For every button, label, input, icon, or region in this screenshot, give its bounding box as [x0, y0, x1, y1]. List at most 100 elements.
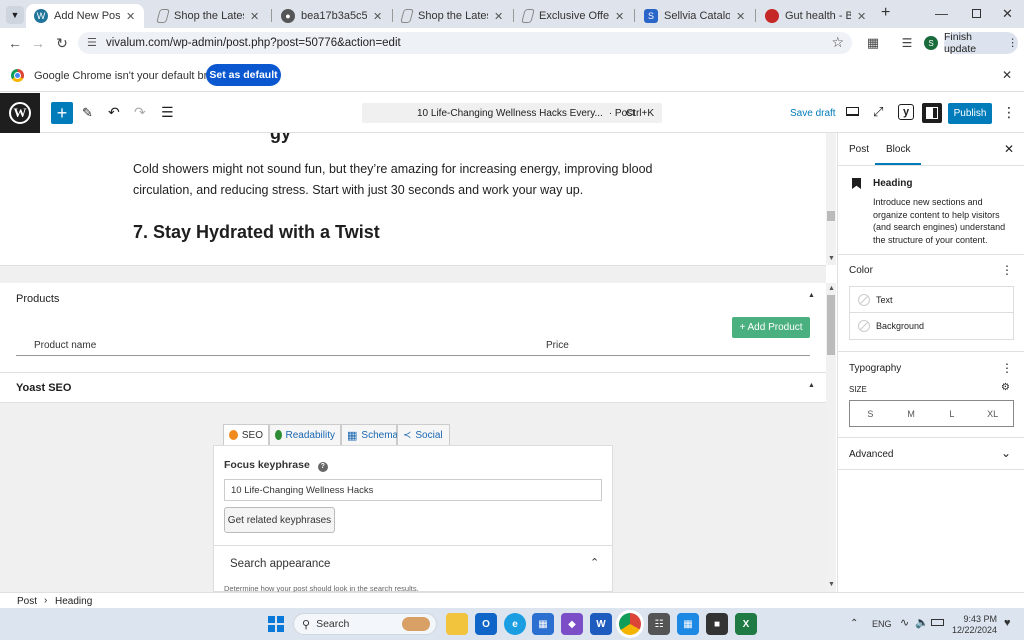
close-icon[interactable]: ✕ — [615, 10, 625, 23]
excel-icon[interactable]: X — [735, 613, 757, 635]
clock-time[interactable]: 9:43 PM — [957, 614, 997, 624]
close-icon[interactable]: ✕ — [494, 10, 504, 23]
store-icon[interactable]: ▦ — [532, 613, 554, 635]
chevron-down-icon[interactable]: ⌄ — [1001, 446, 1011, 460]
save-draft-button[interactable]: Save draft — [790, 108, 836, 119]
focus-keyphrase-input[interactable] — [224, 479, 602, 501]
size-option-s[interactable]: S — [850, 409, 891, 419]
battery-icon[interactable] — [931, 619, 944, 626]
tab-block[interactable]: Block — [886, 144, 910, 155]
size-option-l[interactable]: L — [932, 409, 973, 419]
preview-icon[interactable] — [846, 107, 859, 116]
yoast-tab-social[interactable]: ≺ Social — [397, 424, 450, 446]
scroll-up-arrow[interactable]: ▲ — [828, 285, 835, 292]
settings-panel-toggle[interactable] — [922, 103, 942, 123]
chevron-up-icon[interactable]: ⌃ — [590, 556, 599, 569]
document-overview-icon[interactable]: ☰ — [161, 104, 174, 121]
new-tab-button[interactable]: + — [881, 4, 890, 22]
browser-tab[interactable]: Shop the Latest Tren ✕ — [150, 4, 268, 28]
browser-tab[interactable]: ● bea17b3a5c555d907 ✕ — [273, 4, 391, 28]
clock-date[interactable]: 12/22/2024 — [950, 625, 997, 635]
forward-icon[interactable]: → — [28, 33, 48, 53]
view-post-icon[interactable]: ⤢ — [873, 104, 883, 120]
restore-icon[interactable] — [972, 9, 981, 18]
address-bar[interactable]: ☰ vivalum.com/wp-admin/post.php?post=507… — [78, 32, 852, 54]
back-icon[interactable]: ← — [5, 33, 25, 53]
publish-button[interactable]: Publish — [948, 103, 992, 124]
paragraph-block[interactable]: Cold showers might not sound fun, but th… — [133, 159, 653, 201]
tab-search-button[interactable]: ▼ — [6, 6, 24, 24]
color-options-icon[interactable]: ⋮ — [1001, 263, 1013, 277]
yoast-tab-seo[interactable]: SEO — [223, 424, 269, 446]
add-product-button[interactable]: + Add Product — [732, 317, 810, 338]
hidden-icons-chevron[interactable]: ⌃ — [850, 618, 858, 629]
get-related-keyphrases-button[interactable]: Get related keyphrases — [224, 507, 335, 533]
add-block-button[interactable]: + — [51, 102, 73, 124]
browser-tab[interactable]: Exclusive Offer: 100M ✕ — [515, 4, 633, 28]
close-icon[interactable]: ✕ — [1002, 68, 1012, 82]
reload-icon[interactable]: ↻ — [52, 33, 72, 53]
breadcrumb-post[interactable]: Post — [17, 596, 37, 607]
bookmark-star-icon[interactable]: ☆ — [831, 34, 844, 51]
advanced-section-title[interactable]: Advanced — [849, 449, 893, 460]
calculator-icon[interactable]: ☷ — [648, 613, 670, 635]
collapse-arrow-icon[interactable]: ▲ — [808, 292, 815, 299]
edge-icon[interactable]: e — [504, 613, 526, 635]
scroll-thumb[interactable] — [827, 211, 835, 221]
command-palette-bar[interactable]: 10 Life-Changing Wellness Hacks Every...… — [362, 103, 662, 123]
editor-canvas[interactable]: gy Cold showers might not sound fun, but… — [0, 133, 826, 265]
close-icon[interactable]: ✕ — [857, 10, 867, 23]
taskbar-search-box[interactable]: ⚲ Search — [293, 613, 437, 635]
browser-tab[interactable]: W Add New Post ‹ Vival ✕ — [26, 4, 144, 28]
editor-scrollbar[interactable]: ▼ — [826, 133, 836, 265]
color-background-option[interactable]: Background — [849, 313, 1014, 340]
yoast-title[interactable]: Yoast SEO — [16, 382, 71, 394]
products-title[interactable]: Products — [16, 293, 59, 305]
partial-heading[interactable]: gy — [270, 133, 291, 144]
size-option-xl[interactable]: XL — [972, 409, 1013, 419]
wordpress-logo[interactable]: W — [0, 93, 40, 133]
windows-start-icon[interactable] — [268, 616, 284, 632]
close-icon[interactable]: ✕ — [250, 10, 260, 23]
scroll-down-arrow[interactable]: ▼ — [828, 581, 835, 588]
tools-pencil-icon[interactable]: ✎ — [82, 105, 93, 121]
chrome-taskbar-icon[interactable] — [619, 613, 641, 635]
minimize-icon[interactable]: — — [935, 6, 948, 21]
word-icon[interactable]: W — [590, 613, 612, 635]
help-icon[interactable]: ? — [317, 461, 328, 472]
file-explorer-icon[interactable] — [446, 613, 468, 635]
profile-avatar[interactable]: S — [924, 36, 938, 50]
breadcrumb-heading[interactable]: Heading — [55, 596, 92, 607]
yoast-tab-schema[interactable]: ▦ Schema — [341, 424, 398, 446]
tab-post[interactable]: Post — [849, 144, 869, 155]
sticky-notes-icon[interactable]: ■ — [706, 613, 728, 635]
search-appearance-title[interactable]: Search appearance — [230, 558, 330, 570]
extensions-icon[interactable]: ▦ — [863, 33, 883, 53]
language-indicator[interactable]: ENG — [872, 619, 892, 629]
meta-scrollbar[interactable]: ▲ ▼ — [826, 283, 836, 592]
redo-icon[interactable]: ↷ — [134, 104, 146, 121]
volume-icon[interactable]: 🔈 — [915, 616, 929, 629]
browser-tab[interactable]: Gut health - Better H ✕ — [757, 4, 875, 28]
scroll-thumb[interactable] — [827, 295, 835, 355]
close-window-icon[interactable]: ✕ — [1002, 6, 1013, 22]
browser-tab[interactable]: Shop the Latest Tren ✕ — [394, 4, 512, 28]
color-text-option[interactable]: Text — [849, 286, 1014, 313]
app-grid-icon[interactable]: ▦ — [677, 613, 699, 635]
close-icon[interactable]: ✕ — [126, 10, 136, 23]
wifi-icon[interactable]: ∿ — [900, 616, 909, 629]
size-option-m[interactable]: M — [891, 409, 932, 419]
outlook-icon[interactable]: O — [475, 613, 497, 635]
scroll-down-arrow[interactable]: ▼ — [828, 255, 835, 262]
typography-options-icon[interactable]: ⋮ — [1001, 361, 1013, 375]
close-icon[interactable]: ✕ — [1004, 142, 1014, 156]
options-more-icon[interactable]: ⋮ — [1002, 104, 1016, 121]
collapse-arrow-icon[interactable]: ▲ — [808, 382, 815, 389]
site-info-icon[interactable]: ☰ — [87, 36, 97, 49]
finish-update-button[interactable]: Finish update ⋮ — [944, 31, 1018, 55]
notifications-bell-icon[interactable]: ♥ — [1004, 617, 1011, 629]
close-icon[interactable]: ✕ — [736, 10, 746, 23]
set-default-button[interactable]: Set as default — [206, 64, 281, 86]
close-icon[interactable]: ✕ — [373, 10, 383, 23]
undo-icon[interactable]: ↶ — [108, 104, 120, 121]
